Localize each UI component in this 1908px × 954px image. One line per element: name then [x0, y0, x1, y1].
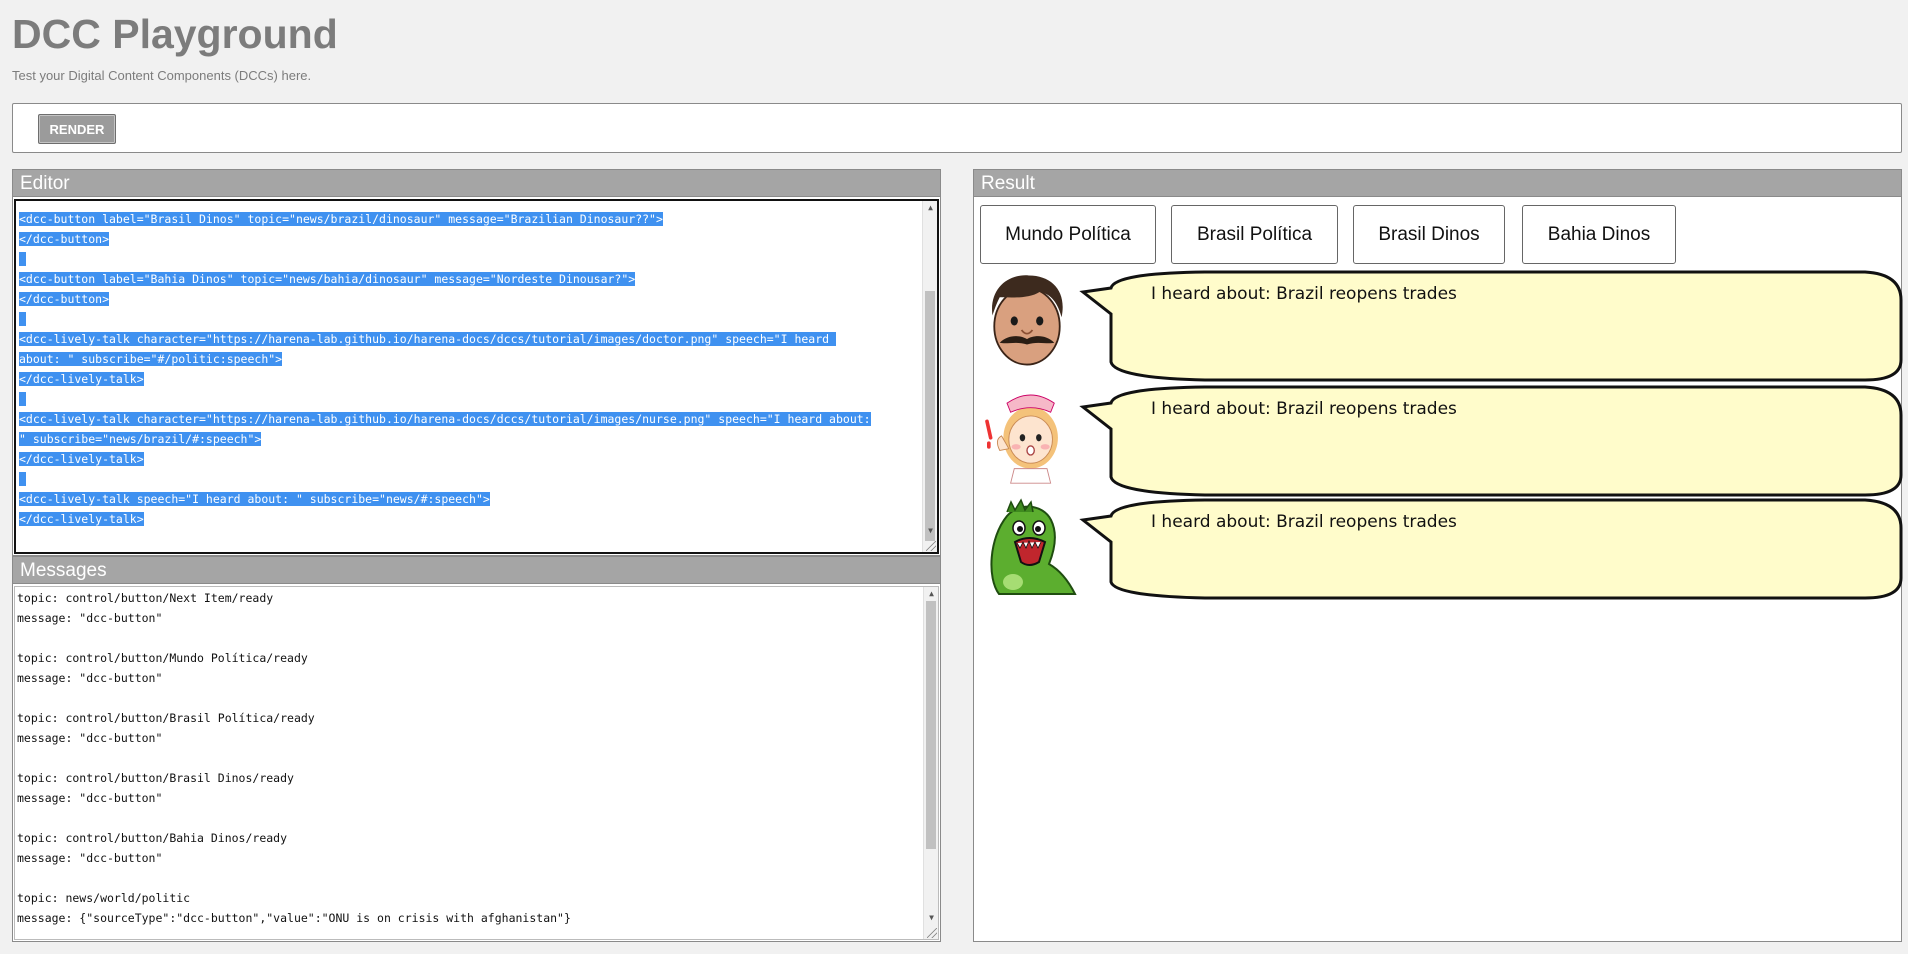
code-line: </dcc-lively-talk> — [19, 369, 919, 389]
code-line-text: about: " subscribe="#/politic:speech"> — [19, 352, 283, 366]
toolbar: RENDER — [12, 103, 1902, 153]
code-line-text: message: "dcc-button" — [17, 731, 163, 745]
editor-textarea[interactable]: <dcc-button label="Brasil Dinos" topic="… — [14, 199, 939, 554]
code-line: <dcc-lively-talk character="https://hare… — [19, 329, 919, 349]
code-line: " subscribe="news/brazil/#:speech"> — [19, 429, 919, 449]
code-line — [19, 249, 919, 269]
messages-scrollbar[interactable]: ▲ ▼ — [923, 587, 938, 939]
messages-title: Messages — [13, 557, 940, 584]
result-title: Result — [974, 170, 1901, 197]
speech-text: I heard about: Brazil reopens trades — [1151, 512, 1457, 532]
page-subtitle: Test your Digital Content Components (DC… — [12, 68, 312, 83]
code-line-text: message: "dcc-button" — [17, 611, 163, 625]
code-line-text: </dcc-lively-talk> — [19, 452, 144, 466]
code-line: message: "dcc-button" — [17, 728, 920, 748]
page-title: DCC Playground — [12, 11, 338, 57]
code-line-text: </dcc-lively-talk> — [19, 512, 144, 526]
code-line — [19, 309, 919, 329]
doctor-character-icon — [992, 275, 1063, 366]
code-line: message: {"sourceType":"dcc-button","val… — [17, 908, 920, 928]
render-button[interactable]: RENDER — [38, 114, 116, 144]
code-line-text — [19, 252, 26, 266]
lively-talk-doctor: I heard about: Brazil reopens trades — [975, 270, 1903, 385]
code-line-text: <dcc-lively-talk speech="I heard about: … — [19, 492, 490, 506]
dinosaur-character-icon — [990, 498, 1077, 595]
messages-textarea[interactable]: topic: control/button/Next Item/ready mes… — [14, 586, 939, 940]
brasil-dinos-button[interactable]: Brasil Dinos — [1353, 205, 1505, 264]
lively-talk-nurse: I heard about: Brazil reopens trades — [975, 385, 1903, 500]
editor-resize-grip[interactable] — [926, 541, 936, 551]
code-line: about: " subscribe="#/politic:speech"> — [19, 349, 919, 369]
code-line: message: "dcc-button" — [17, 668, 920, 688]
code-line: <dcc-button label="Bahia Dinos" topic="n… — [19, 269, 919, 289]
code-line-text: topic: control/button/Bahia Dinos/ready — [17, 831, 288, 845]
result-panel: Result Mundo Política Brasil Política Br… — [973, 169, 1903, 942]
speech-text: I heard about: Brazil reopens trades — [1151, 399, 1457, 419]
code-line: topic: control/button/Brasil Dinos/ready — [17, 768, 920, 788]
code-line — [19, 469, 919, 489]
code-line: </dcc-button> — [19, 289, 919, 309]
editor-scrollbar[interactable]: ▲ ▼ — [922, 201, 937, 552]
nurse-character-icon — [985, 394, 1058, 484]
editor-lines: <dcc-button label="Brasil Dinos" topic="… — [19, 209, 919, 529]
code-line-text: topic: control/button/Next Item/ready — [17, 591, 274, 605]
code-line: topic: control/button/Next Item/ready — [17, 588, 920, 608]
code-line-text: topic: control/button/Brasil Política/re… — [17, 711, 315, 725]
code-line-text: topic: news/world/politic — [17, 891, 191, 905]
scroll-up-icon[interactable]: ▲ — [924, 587, 938, 601]
code-line: topic: control/button/Brasil Política/re… — [17, 708, 920, 728]
code-line: <dcc-lively-talk character="https://hare… — [19, 409, 919, 429]
code-line-text: message: "dcc-button" — [17, 671, 163, 685]
scroll-down-icon[interactable]: ▼ — [923, 524, 937, 538]
scroll-down-icon[interactable]: ▼ — [924, 911, 938, 925]
code-line: message: "dcc-button" — [17, 848, 920, 868]
scroll-up-icon[interactable]: ▲ — [923, 201, 937, 215]
code-line-text: <dcc-button label="Bahia Dinos" topic="n… — [19, 272, 636, 286]
code-line: <dcc-button label="Brasil Dinos" topic="… — [19, 209, 919, 229]
code-line-text — [19, 312, 26, 326]
bahia-dinos-button[interactable]: Bahia Dinos — [1522, 205, 1676, 264]
speech-text: I heard about: Brazil reopens trades — [1151, 284, 1457, 304]
code-line: topic: control/button/Mundo Política/rea… — [17, 648, 920, 668]
code-line — [19, 389, 919, 409]
code-line: message: "dcc-button" — [17, 788, 920, 808]
lively-talk-dinosaur: I heard about: Brazil reopens trades — [975, 498, 1903, 603]
code-line-text: </dcc-button> — [19, 292, 110, 306]
messages-resize-grip[interactable] — [927, 928, 937, 938]
code-line-text — [19, 472, 26, 486]
code-line-text: </dcc-lively-talk> — [19, 372, 144, 386]
code-line-text: message: "dcc-button" — [17, 851, 163, 865]
code-line-text: <dcc-button label="Brasil Dinos" topic="… — [19, 212, 663, 226]
code-line: </dcc-button> — [19, 229, 919, 249]
code-line: message: "dcc-button" — [17, 608, 920, 628]
code-line: </dcc-lively-talk> — [19, 509, 919, 529]
brasil-politica-button[interactable]: Brasil Política — [1171, 205, 1338, 264]
code-line-text: </dcc-button> — [19, 232, 110, 246]
editor-panel: Editor <dcc-button label="Brasil Dinos" … — [12, 169, 941, 556]
code-line-text: <dcc-lively-talk character="https://hare… — [19, 412, 871, 426]
mundo-politica-button[interactable]: Mundo Política — [980, 205, 1156, 264]
code-line-text: message: "dcc-button" — [17, 791, 163, 805]
messages-panel: Messages topic: control/button/Next Item… — [12, 556, 941, 942]
messages-scroll-thumb[interactable] — [926, 601, 936, 849]
code-line-text: topic: control/button/Mundo Política/rea… — [17, 651, 308, 665]
code-line: topic: news/world/politic — [17, 888, 920, 908]
code-line: <dcc-lively-talk speech="I heard about: … — [19, 489, 919, 509]
code-line-text: <dcc-lively-talk character="https://hare… — [19, 332, 836, 346]
editor-scroll-thumb[interactable] — [925, 291, 935, 541]
messages-lines: topic: control/button/Next Item/ready mes… — [17, 588, 920, 928]
code-line-text — [19, 392, 26, 406]
code-line-text: " subscribe="news/brazil/#:speech"> — [19, 432, 262, 446]
code-line-text: message: {"sourceType":"dcc-button","val… — [17, 911, 571, 925]
editor-title: Editor — [13, 170, 940, 197]
code-line: topic: control/button/Bahia Dinos/ready — [17, 828, 920, 848]
code-line-text: topic: control/button/Brasil Dinos/ready — [17, 771, 294, 785]
code-line: </dcc-lively-talk> — [19, 449, 919, 469]
